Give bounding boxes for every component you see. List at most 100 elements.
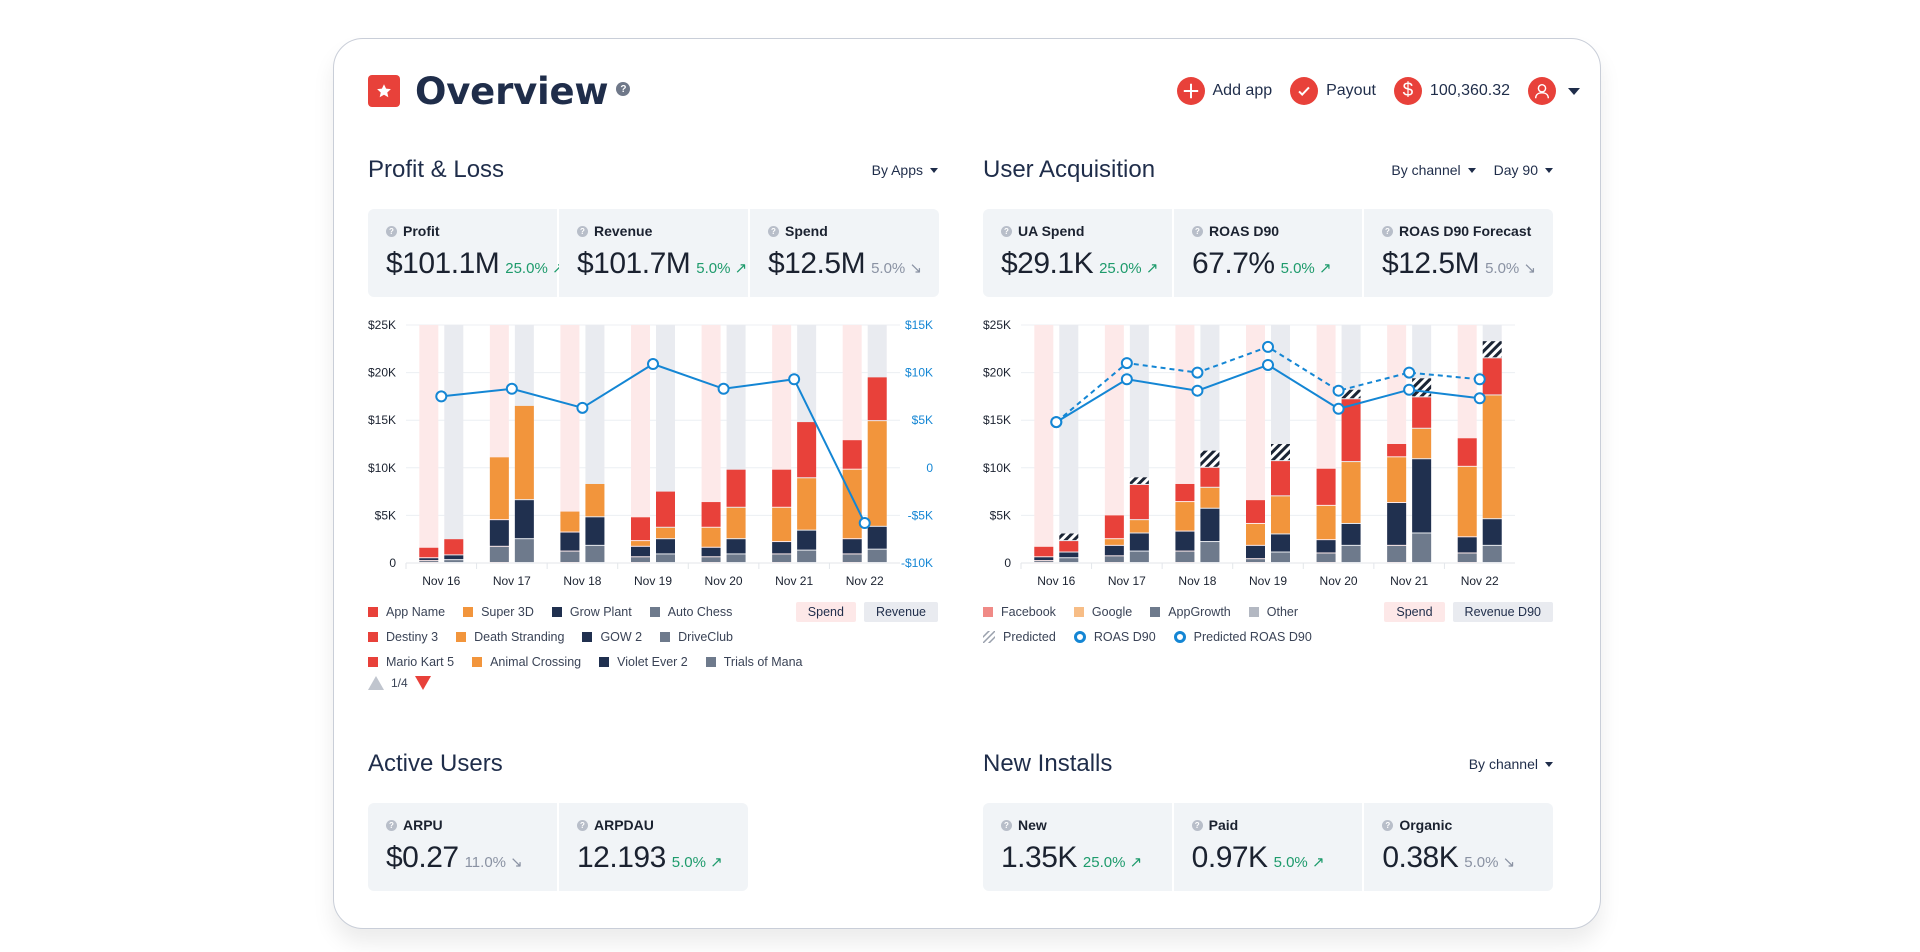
legend-swatch-icon [582,631,593,642]
payout-button[interactable]: Payout [1290,77,1376,105]
trend-up-icon: ↗ [710,854,723,871]
revenue-bar-segment [1271,534,1290,552]
legend-item[interactable]: Other [1248,605,1298,619]
spend-toggle[interactable]: Spend [795,601,856,622]
x-tick-label: Nov 19 [1249,574,1287,588]
legend-item-predicted-roas-d90[interactable]: Predicted ROAS D90 [1173,630,1312,644]
help-icon[interactable]: ? [616,82,631,96]
legend-item[interactable]: AppGrowth [1150,605,1231,619]
hatch-icon [983,630,995,643]
revenue-bar-segment [867,549,887,562]
chevron-down-icon [1568,87,1580,95]
by-channel-dropdown[interactable]: By channel [1391,162,1476,178]
revenue-bar-segment [1059,558,1079,562]
legend-item-roas-d90[interactable]: ROAS D90 [1073,630,1156,644]
kpi-label: Paid [1208,817,1239,833]
kpi-organic: ? Organic 0.38K 5.0% ↘ [1364,803,1554,891]
trend-up-icon: ↗ [1311,854,1325,871]
day-dropdown[interactable]: Day 90 [1494,162,1553,178]
balance-button[interactable]: $ 100,360.32 [1393,77,1510,105]
revenue-bar-segment [1059,541,1079,552]
series-point [576,401,589,414]
series-point [435,390,448,403]
legend-item[interactable]: Mario Kart 5 [368,655,454,669]
spend-bar-segment [560,511,580,532]
legend-item[interactable]: Violet Ever 2 [599,655,688,669]
legend-item[interactable]: DriveClub [660,630,733,644]
series-point [1262,358,1274,371]
help-icon[interactable]: ? [768,225,779,237]
legend-swatch-icon [368,631,378,642]
revenue-bar-segment [514,500,534,539]
chevron-down-icon [1545,761,1553,767]
check-icon [1290,77,1319,105]
spend-bar-segment [1034,561,1054,562]
help-icon[interactable]: ? [1382,225,1393,237]
by-channel-dropdown[interactable]: By channel [1469,756,1553,772]
legend-next-button[interactable] [414,676,431,690]
spend-bar-segment [1175,551,1195,562]
legend-item[interactable]: Trials of Mana [705,655,803,669]
spend-bar-segment [1387,444,1407,457]
help-icon[interactable]: ? [1191,819,1203,831]
revenue-toggle[interactable]: Revenue [863,601,938,622]
spend-bar-segment [631,557,650,562]
help-icon[interactable]: ? [1382,819,1394,831]
legend-item[interactable]: Google [1073,605,1132,619]
revenue-bar-segment [1200,467,1220,487]
revenue-d90-toggle[interactable]: Revenue D90 [1452,601,1553,622]
help-icon[interactable]: ? [386,819,397,831]
spend-toggle[interactable]: Spend [1384,601,1445,622]
legend-item[interactable]: Destiny 3 [368,630,438,644]
x-tick-label: Nov 16 [422,574,460,588]
y-tick-label: $20K [983,366,1011,380]
legend-item[interactable]: Death Stranding [456,630,564,644]
legend-item[interactable]: Animal Crossing [472,655,581,669]
trend-up-icon: ↗ [1129,854,1143,871]
spend-bar-segment [1175,483,1195,502]
legend-item[interactable]: Super 3D [463,605,534,619]
kpi-delta: 25.0% ↗ [505,259,564,277]
legend-label: Super 3D [481,604,534,619]
legend-item[interactable]: App Name [368,605,445,619]
x-tick-label: Nov 20 [705,574,743,588]
revenue-bar-segment [1412,397,1432,428]
revenue-bar-segment [1341,523,1361,545]
spend-column-bg [701,325,721,563]
legend-item[interactable]: Auto Chess [649,605,732,619]
legend-item[interactable]: GOW 2 [582,630,642,644]
series-point [1120,357,1133,370]
spend-bar-segment [1316,505,1336,540]
add-app-button[interactable]: Add app [1176,77,1272,105]
kpi-label: ARPDAU [594,817,654,833]
help-icon[interactable]: ? [1001,819,1012,831]
legend-prev-button[interactable] [368,676,384,690]
help-icon[interactable]: ? [1192,225,1203,237]
help-icon[interactable]: ? [577,225,588,237]
kpi-value: $101.7M [577,247,691,280]
y-tick-label: $5K [375,508,396,522]
legend-item[interactable]: Facebook [983,605,1056,619]
spend-bar-segment [1104,556,1124,562]
trend-down-icon: ↘ [909,260,923,277]
x-tick-label: Nov 16 [1037,574,1075,588]
help-icon[interactable]: ? [1001,225,1012,237]
user-menu[interactable] [1528,77,1580,105]
legend-item[interactable]: Grow Plant [551,605,632,619]
spend-bar-segment [701,547,721,557]
dashboard-frame: Overview ? Add app Payout $ 100,360.32 P… [333,38,1601,929]
x-tick-label: Nov 22 [1461,574,1499,588]
by-apps-dropdown[interactable]: By Apps [872,162,938,178]
legend-item-predicted[interactable]: Predicted [983,630,1056,644]
help-icon[interactable]: ? [386,225,397,237]
kpi-row: ? New 1.35K 25.0% ↗ ? Paid 0.97K 5.0% ↗ ? Org… [983,803,1554,891]
help-icon[interactable]: ? [577,819,588,831]
revenue-bar-segment [1200,487,1220,508]
y2-tick-label: -$10K [901,556,933,570]
revenue-bar-segment [585,517,605,545]
profit-loss-section: Profit & Loss By Apps ? Profit $101.1M 25.… [368,155,939,690]
section-title: Active Users [368,750,503,777]
revenue-bar-segment [1482,358,1502,395]
kpi-value: 0.38K [1382,841,1459,874]
x-tick-label: Nov 22 [846,574,884,588]
